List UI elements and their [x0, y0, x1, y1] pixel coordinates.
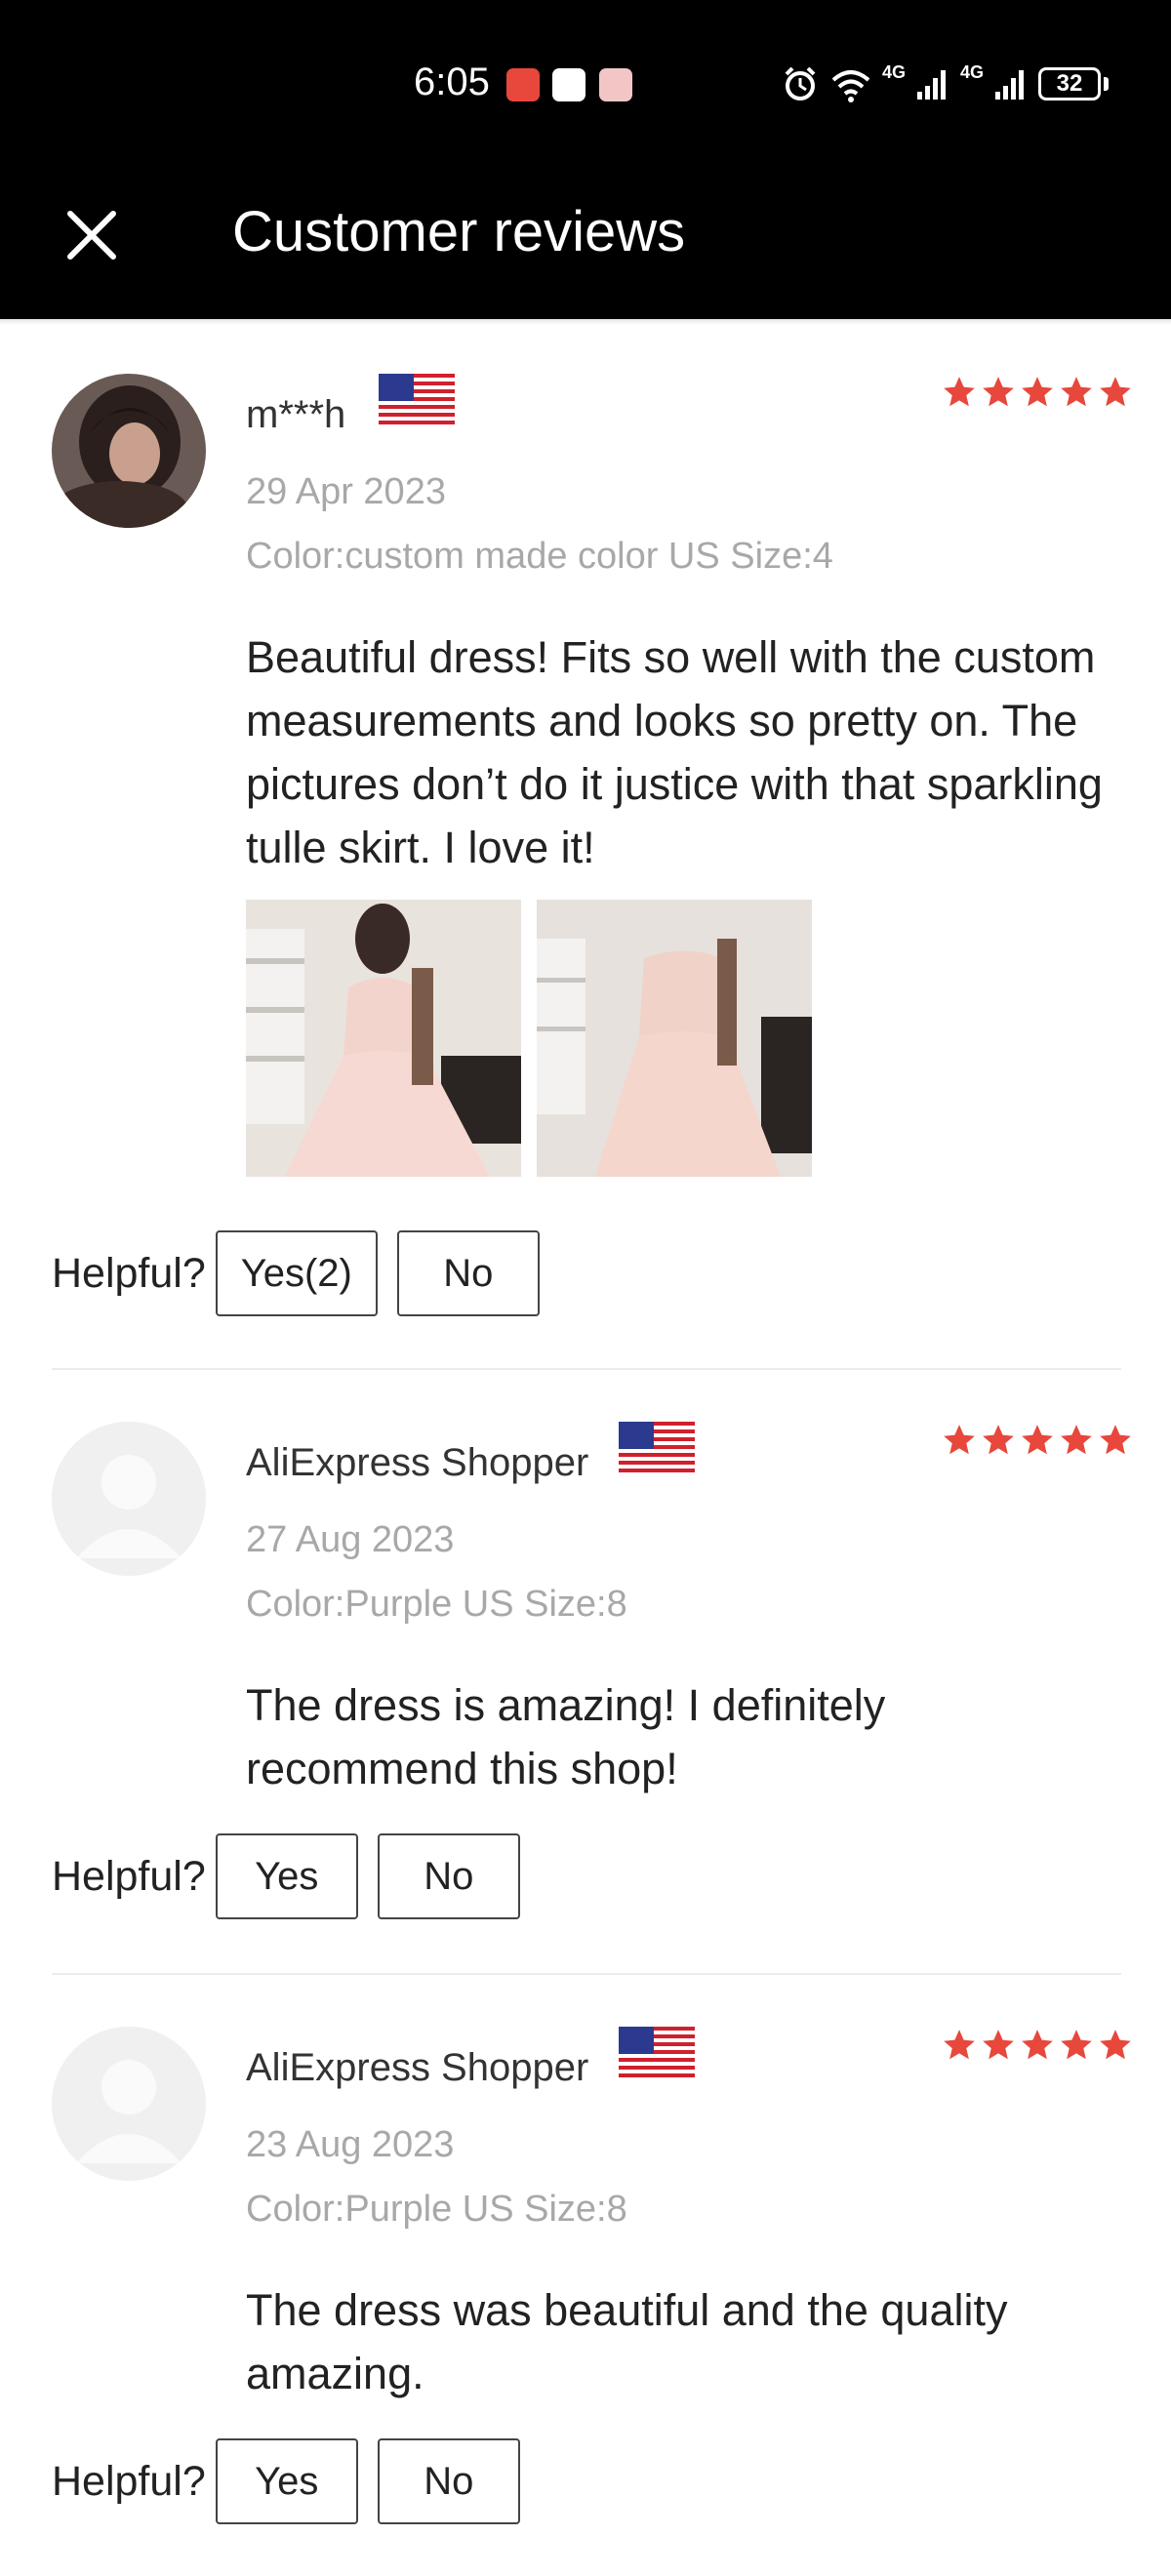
review-variant: Color:custom made color US Size:4 — [246, 536, 833, 577]
helpful-label: Helpful? — [52, 2457, 206, 2505]
review-photos — [246, 900, 812, 1177]
close-icon — [67, 211, 116, 260]
star-icon — [1061, 377, 1092, 407]
review-text: The dress is amazing! I definitely recom… — [246, 1680, 886, 1793]
avatar[interactable] — [52, 1422, 206, 1576]
wifi-icon — [831, 70, 870, 102]
rating-stars — [941, 1422, 1134, 1459]
star-icon — [983, 1425, 1014, 1455]
us-flag-icon — [619, 1422, 695, 1472]
rating-stars — [941, 374, 1134, 411]
helpful-label: Helpful? — [52, 1852, 206, 1900]
package-notification-icon — [599, 68, 632, 101]
divider — [52, 1973, 1121, 1975]
helpful-row: Helpful? Yes(2) No — [52, 1230, 559, 1316]
reviewer-name: AliExpress Shopper — [246, 2046, 589, 2089]
helpful-no-button[interactable]: No — [377, 2438, 520, 2524]
status-time: 6:05 — [414, 60, 490, 103]
review-text: Beautiful dress! Fits so well with the c… — [246, 632, 1103, 872]
status-icons: 4G 4G 32 — [781, 62, 1109, 105]
helpful-yes-button[interactable]: Yes(2) — [215, 1230, 378, 1316]
us-flag-icon — [619, 2027, 695, 2077]
star-icon — [1100, 377, 1131, 407]
review-date: 27 Aug 2023 — [246, 1519, 455, 1560]
helpful-no-button[interactable]: No — [396, 1230, 540, 1316]
network-label-1: 4G — [881, 61, 906, 82]
battery-level: 32 — [1038, 67, 1101, 101]
app-notification-icon — [506, 68, 540, 101]
review-text: The dress was beautiful and the quality … — [246, 2285, 1008, 2398]
star-icon — [983, 377, 1014, 407]
us-flag-icon — [379, 374, 455, 424]
rating-stars — [941, 2027, 1134, 2064]
signal-icon — [916, 70, 946, 100]
review-date: 23 Aug 2023 — [246, 2124, 455, 2165]
helpful-row: Helpful? Yes No — [52, 2438, 540, 2524]
avatar[interactable] — [52, 374, 206, 528]
helpful-yes-button[interactable]: Yes — [215, 1833, 358, 1919]
star-icon — [983, 2030, 1014, 2060]
header: Customer reviews — [0, 171, 1171, 319]
star-icon — [1022, 2030, 1053, 2060]
review-date: 29 Apr 2023 — [246, 471, 446, 512]
review-variant: Color:Purple US Size:8 — [246, 2189, 627, 2230]
divider — [52, 1368, 1121, 1370]
review-photo[interactable] — [537, 900, 812, 1177]
star-icon — [1100, 2030, 1131, 2060]
reviewer-name: m***h — [246, 393, 346, 436]
star-icon — [1022, 377, 1053, 407]
star-icon — [944, 1425, 975, 1455]
page-title: Customer reviews — [232, 200, 686, 263]
helpful-no-button[interactable]: No — [377, 1833, 520, 1919]
helpful-row: Helpful? Yes No — [52, 1833, 540, 1919]
network-label-2: 4G — [959, 61, 984, 82]
star-icon — [1061, 1425, 1092, 1455]
star-icon — [1022, 1425, 1053, 1455]
alarm-icon — [785, 66, 816, 101]
close-button[interactable] — [51, 194, 133, 276]
signal-icon — [995, 70, 1024, 100]
play-store-notification-icon — [552, 68, 586, 101]
battery-icon: 32 — [1038, 67, 1109, 101]
reviewer-name: AliExpress Shopper — [246, 1441, 589, 1484]
star-icon — [944, 377, 975, 407]
star-icon — [944, 2030, 975, 2060]
helpful-yes-button[interactable]: Yes — [215, 2438, 358, 2524]
review-variant: Color:Purple US Size:8 — [246, 1584, 627, 1625]
star-icon — [1061, 2030, 1092, 2060]
helpful-label: Helpful? — [52, 1249, 206, 1297]
status-bar: 6:05 4G 4G 32 — [0, 0, 1171, 171]
star-icon — [1100, 1425, 1131, 1455]
review-photo[interactable] — [246, 900, 521, 1177]
avatar[interactable] — [52, 2027, 206, 2181]
